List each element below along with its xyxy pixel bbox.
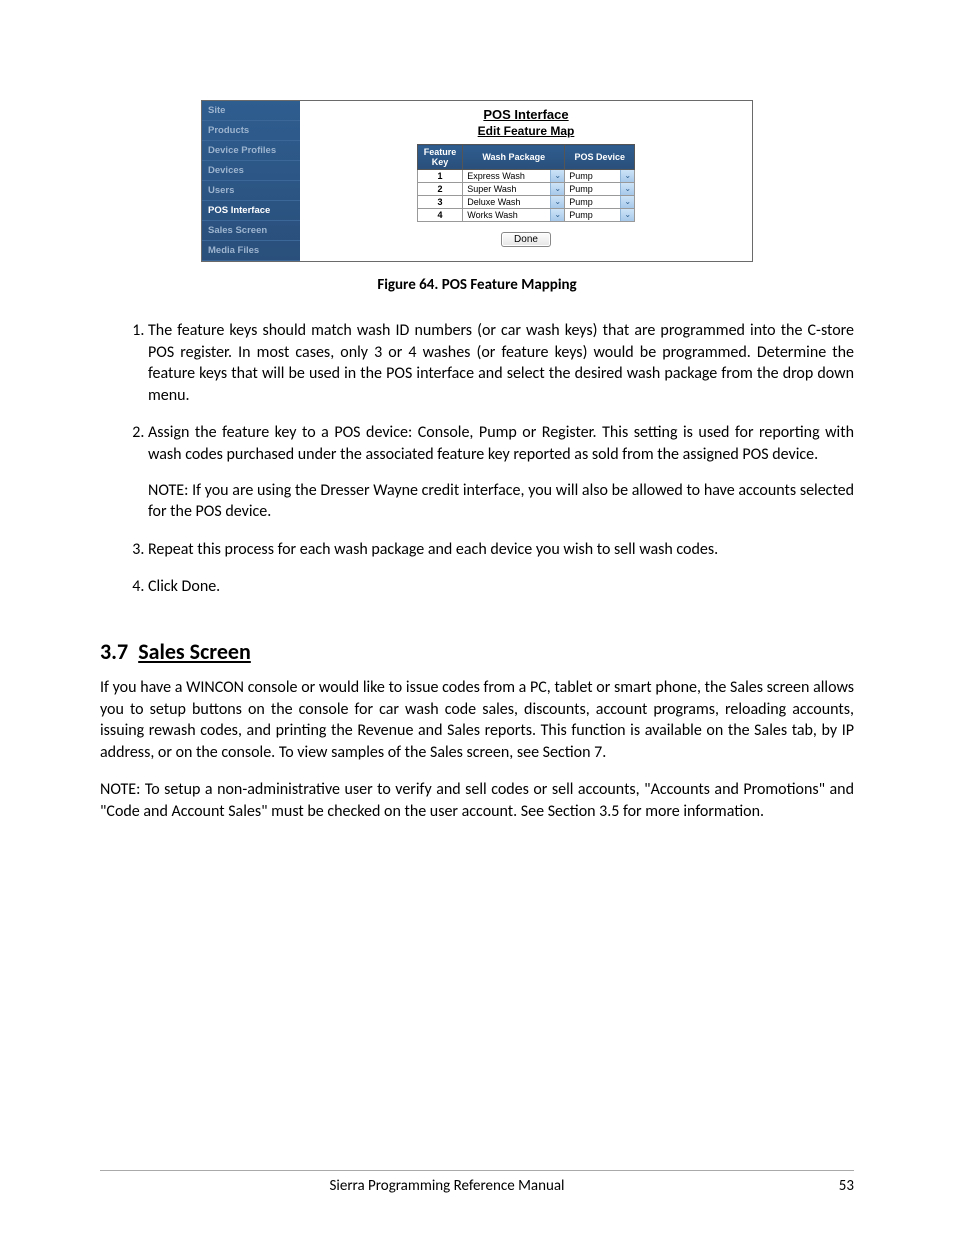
table-row: 3 Deluxe Wash⌄ Pump⌄ <box>417 196 635 209</box>
sidebar-item-products[interactable]: Products <box>202 121 300 141</box>
col-pos-device: POS Device <box>565 145 635 170</box>
wash-package-select[interactable]: Deluxe Wash⌄ <box>463 196 564 208</box>
page-number: 53 <box>794 1177 854 1195</box>
feature-key-cell: 2 <box>417 183 463 196</box>
list-item: Repeat this process for each wash packag… <box>148 539 854 561</box>
chevron-down-icon: ⌄ <box>620 209 634 221</box>
chevron-down-icon: ⌄ <box>620 170 634 182</box>
col-wash-package: Wash Package <box>463 145 565 170</box>
list-item: Assign the feature key to a POS device: … <box>148 422 854 522</box>
pos-device-select[interactable]: Pump⌄ <box>565 196 634 208</box>
table-row: 2 Super Wash⌄ Pump⌄ <box>417 183 635 196</box>
col-feature-key: Feature Key <box>417 145 463 170</box>
sidebar-item-devices[interactable]: Devices <box>202 161 300 181</box>
pos-device-select[interactable]: Pump⌄ <box>565 170 634 182</box>
sidebar-item-site[interactable]: Site <box>202 101 300 121</box>
feature-map-table: Feature Key Wash Package POS Device 1 Ex… <box>417 144 636 222</box>
pos-device-select[interactable]: Pump⌄ <box>565 183 634 195</box>
body-paragraph: NOTE: To setup a non-administrative user… <box>100 779 854 822</box>
sidebar: Site Products Device Profiles Devices Us… <box>202 101 300 261</box>
wash-package-select[interactable]: Super Wash⌄ <box>463 183 564 195</box>
sidebar-item-sales-screen[interactable]: Sales Screen <box>202 221 300 241</box>
chevron-down-icon: ⌄ <box>550 183 564 195</box>
chevron-down-icon: ⌄ <box>620 196 634 208</box>
footer-title: Sierra Programming Reference Manual <box>100 1177 794 1195</box>
done-button[interactable]: Done <box>501 232 551 247</box>
section-heading: 3.7 Sales Screen <box>100 638 854 665</box>
wash-package-select[interactable]: Express Wash⌄ <box>463 170 564 182</box>
body-paragraph: If you have a WINCON console or would li… <box>100 677 854 763</box>
main-panel: POS Interface Edit Feature Map Feature K… <box>300 101 752 261</box>
sidebar-item-pos-interface[interactable]: POS Interface <box>202 201 300 221</box>
pos-device-select[interactable]: Pump⌄ <box>565 209 634 221</box>
table-row: 1 Express Wash⌄ Pump⌄ <box>417 170 635 183</box>
panel-title: POS Interface <box>300 107 752 122</box>
wash-package-select[interactable]: Works Wash⌄ <box>463 209 564 221</box>
figure-caption: Figure 64. POS Feature Mapping <box>100 276 854 294</box>
feature-key-cell: 3 <box>417 196 463 209</box>
chevron-down-icon: ⌄ <box>550 209 564 221</box>
panel-subtitle: Edit Feature Map <box>300 124 752 138</box>
feature-key-cell: 1 <box>417 170 463 183</box>
sidebar-item-media-files[interactable]: Media Files <box>202 241 300 261</box>
section-number: 3.7 <box>100 638 128 665</box>
list-item: Click Done. <box>148 576 854 598</box>
list-item: The feature keys should match wash ID nu… <box>148 320 854 406</box>
sidebar-item-device-profiles[interactable]: Device Profiles <box>202 141 300 161</box>
section-title: Sales Screen <box>138 638 251 665</box>
chevron-down-icon: ⌄ <box>550 170 564 182</box>
chevron-down-icon: ⌄ <box>550 196 564 208</box>
sidebar-item-users[interactable]: Users <box>202 181 300 201</box>
numbered-steps: The feature keys should match wash ID nu… <box>128 320 854 598</box>
feature-key-cell: 4 <box>417 209 463 222</box>
chevron-down-icon: ⌄ <box>620 183 634 195</box>
pos-feature-map-screenshot: Site Products Device Profiles Devices Us… <box>201 100 753 262</box>
page-footer: Sierra Programming Reference Manual 53 <box>100 1170 854 1195</box>
note-paragraph: NOTE: If you are using the Dresser Wayne… <box>148 480 854 523</box>
table-row: 4 Works Wash⌄ Pump⌄ <box>417 209 635 222</box>
